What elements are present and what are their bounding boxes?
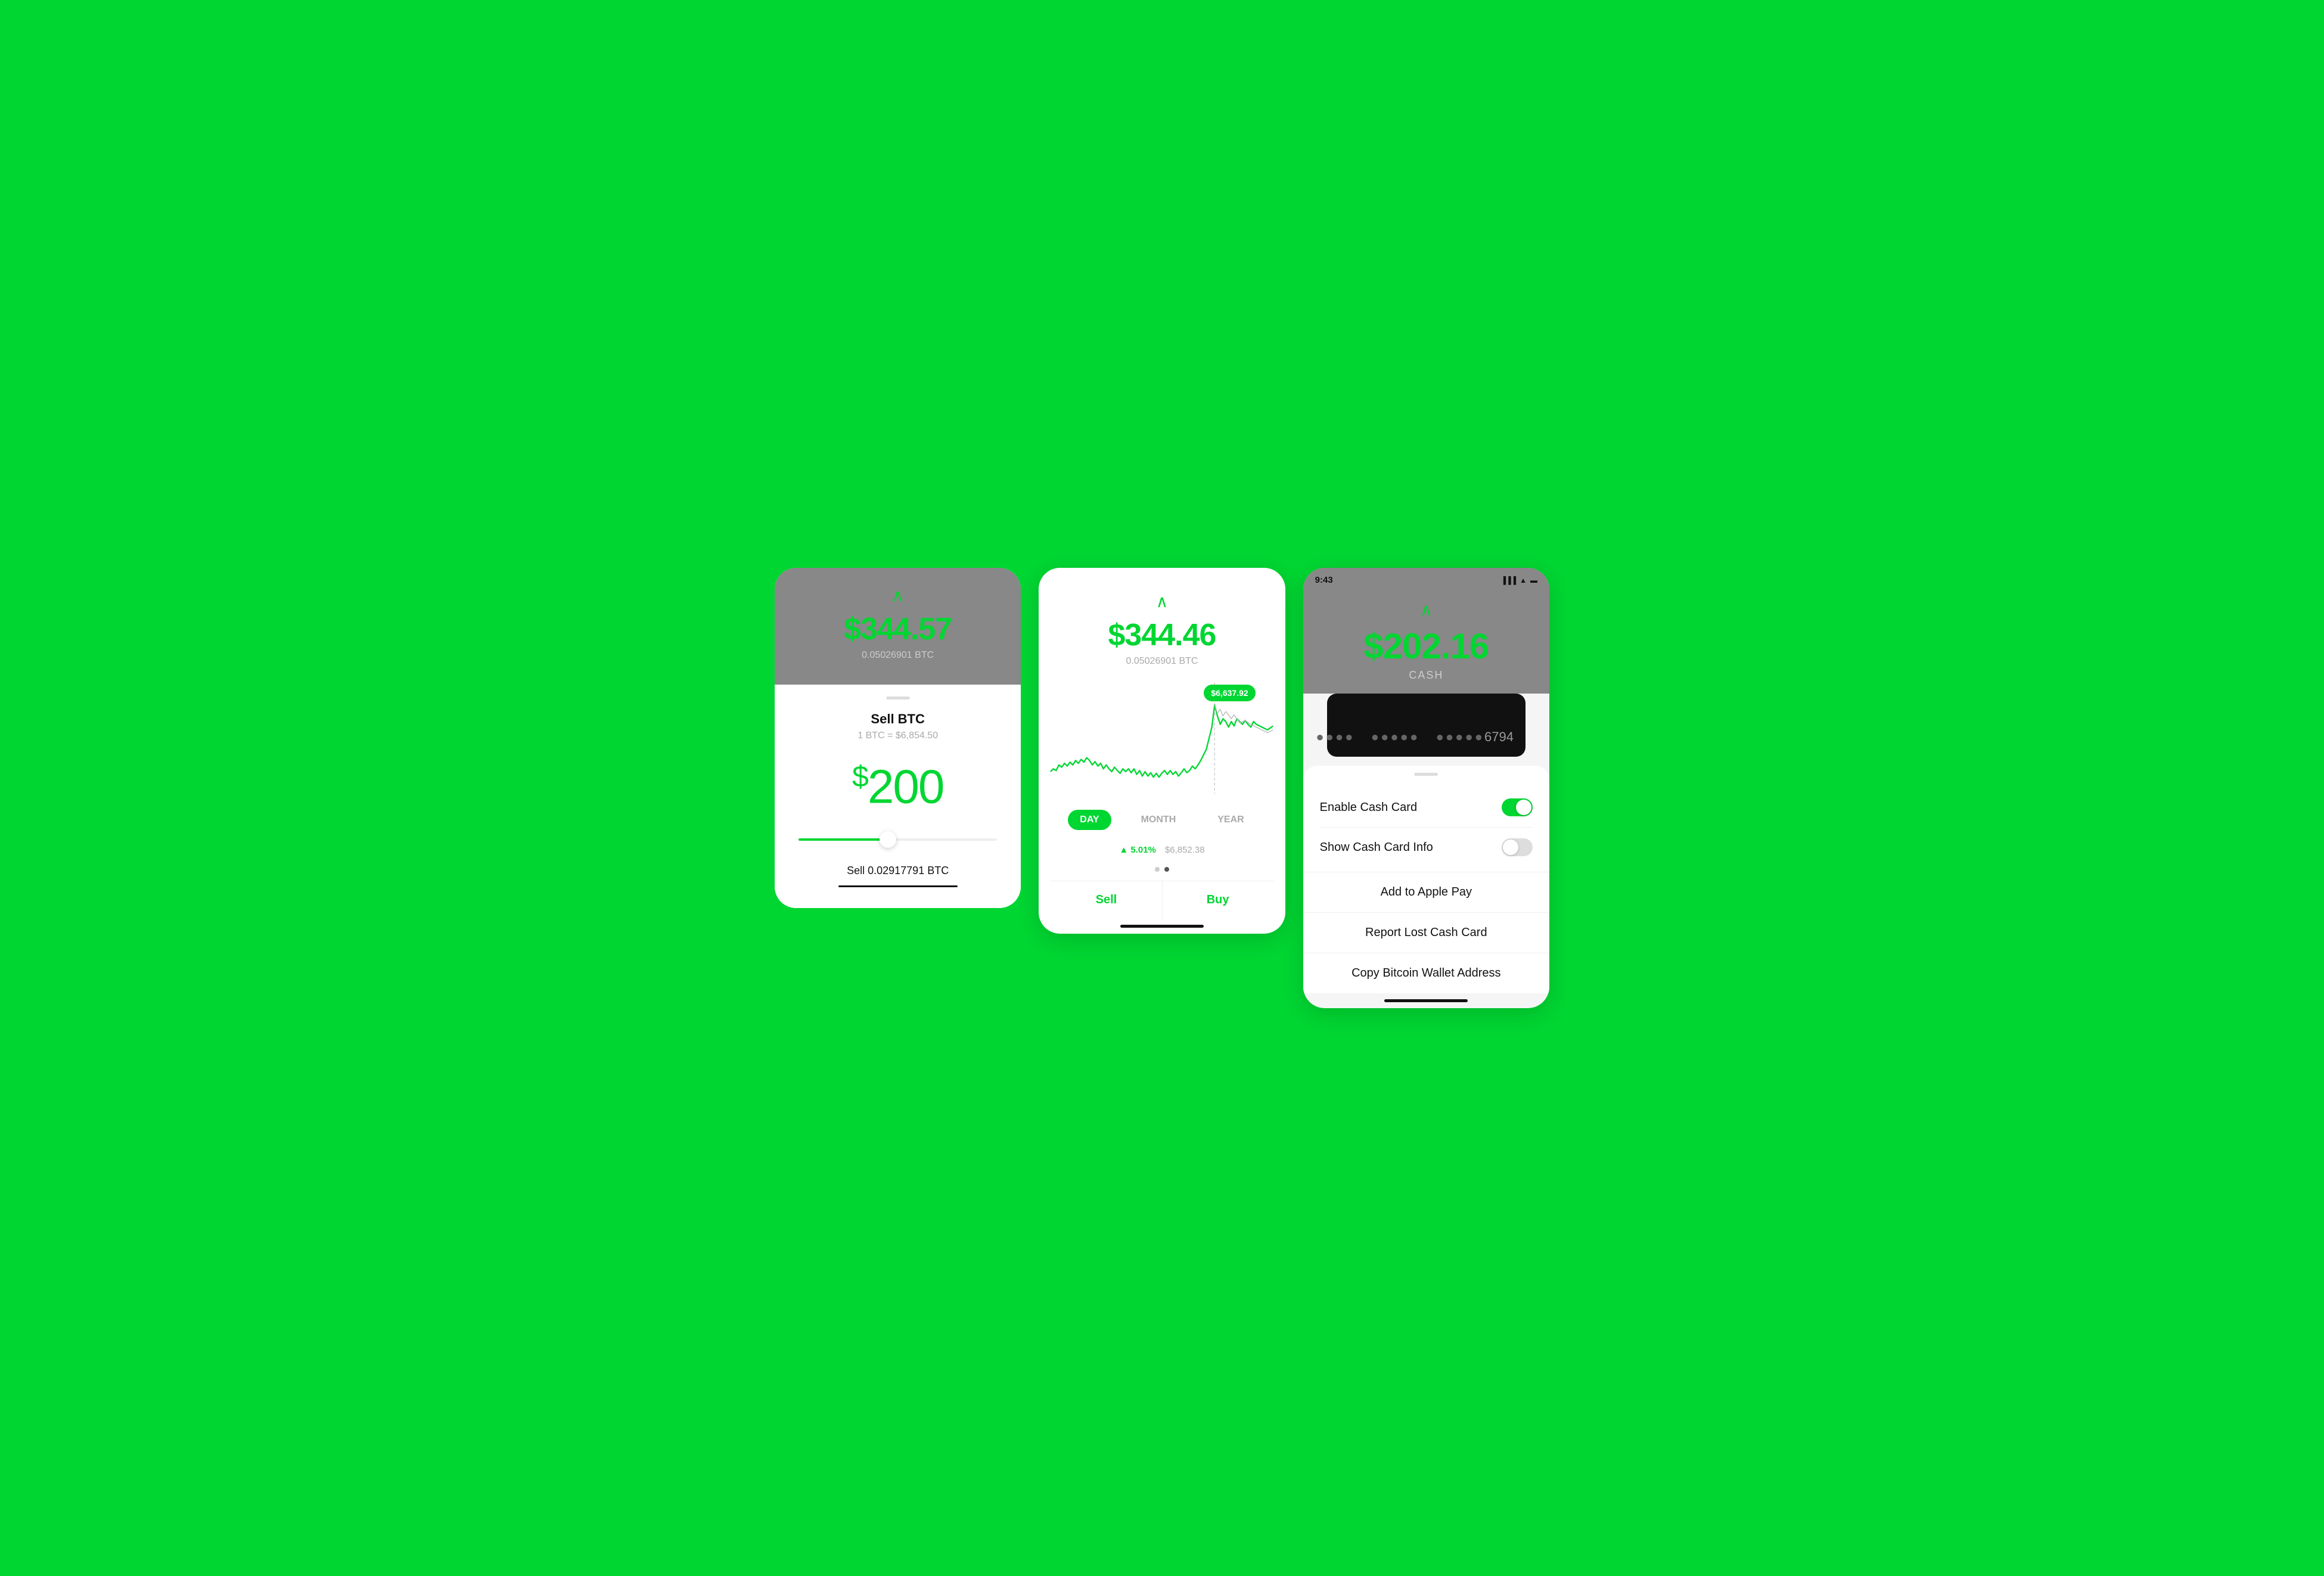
battery-icon: ▬ <box>1530 576 1537 585</box>
toggle-knob-on <box>1516 800 1531 815</box>
tab-month[interactable]: MONTH <box>1129 810 1188 830</box>
dot-1 <box>1155 867 1160 872</box>
enable-cash-card-label: Enable Cash Card <box>1320 801 1417 815</box>
screen2-top: ∧ $344.46 0.05026901 BTC <box>1039 568 1285 679</box>
dot-2 <box>1164 867 1169 872</box>
show-cash-card-info-toggle[interactable] <box>1502 838 1533 856</box>
chart-area: $6,637.92 <box>1039 679 1285 801</box>
price-tooltip: $6,637.92 <box>1204 685 1255 701</box>
signal-icon: ▐▐▐ <box>1501 576 1517 585</box>
tab-day[interactable]: DAY <box>1068 810 1111 830</box>
home-indicator-3 <box>1384 999 1468 1002</box>
time-tabs: DAY MONTH YEAR <box>1039 801 1285 839</box>
screen2-chevron-up-icon[interactable]: ∧ <box>1156 592 1169 611</box>
screen3-top: ∧ $202.16 CASH <box>1303 588 1549 694</box>
screen3-chevron-up-icon[interactable]: ∧ <box>1420 600 1433 620</box>
enable-cash-card-row: Enable Cash Card <box>1303 788 1549 827</box>
chart-price-value: $6,852.38 <box>1165 845 1205 855</box>
status-bar: 9:43 ▐▐▐ ▲ ▬ <box>1303 568 1549 588</box>
card-last4: 6794 <box>1484 729 1514 745</box>
screen2-btc-amount: 0.05026901 BTC <box>1126 656 1198 667</box>
screen1-btc-value: $344.57 <box>844 611 952 647</box>
sell-button[interactable]: Sell <box>1051 881 1162 919</box>
add-to-apple-pay-button[interactable]: Add to Apple Pay <box>1303 872 1549 912</box>
toggle-knob-off <box>1503 840 1518 855</box>
screen2-btc-value: $344.46 <box>1108 617 1216 653</box>
sell-slider-container <box>793 838 1003 841</box>
report-lost-cash-card-button[interactable]: Report Lost Cash Card <box>1303 913 1549 953</box>
home-indicator-2 <box>1120 925 1204 928</box>
btc-chart-screen: ∧ $344.46 0.05026901 BTC $6,637.92 DAY M… <box>1039 568 1285 934</box>
dollar-sign: $ <box>852 760 868 793</box>
sheet-handle-3[interactable] <box>1414 773 1438 776</box>
sell-confirm-label[interactable]: Sell 0.02917791 BTC <box>793 865 1003 877</box>
chart-pct-change: ▲ 5.01% <box>1119 845 1156 855</box>
wifi-icon: ▲ <box>1520 576 1527 585</box>
show-cash-card-info-label: Show Cash Card Info <box>1320 841 1433 854</box>
cash-card-screen: 9:43 ▐▐▐ ▲ ▬ ∧ $202.16 CASH ●●●● ●●●●● ●… <box>1303 568 1549 1008</box>
sell-amount-value: 200 <box>868 760 943 813</box>
screen1-top: ∧ $344.57 0.05026901 BTC <box>775 568 1021 685</box>
sell-sheet: Sell BTC 1 BTC = $6,854.50 $200 Sell 0.0… <box>775 685 1021 908</box>
chart-stats: ▲ 5.01% $6,852.38 <box>1039 839 1285 864</box>
status-time: 9:43 <box>1315 575 1333 585</box>
show-cash-card-info-row: Show Cash Card Info <box>1303 828 1549 867</box>
sell-dollar-amount: $200 <box>793 759 1003 815</box>
buy-button[interactable]: Buy <box>1163 881 1273 919</box>
screen1-btc-amount: 0.05026901 BTC <box>862 650 934 661</box>
sell-confirm-underline <box>838 885 958 887</box>
chevron-up-icon[interactable]: ∧ <box>891 586 904 605</box>
sell-btc-screen: ∧ $344.57 0.05026901 BTC Sell BTC 1 BTC … <box>775 568 1021 908</box>
slider-track <box>799 838 997 841</box>
sell-title: Sell BTC <box>793 711 1003 727</box>
sheet-handle[interactable] <box>886 697 910 700</box>
tab-year[interactable]: YEAR <box>1206 810 1256 830</box>
enable-cash-card-toggle[interactable] <box>1502 798 1533 816</box>
cash-amount: $202.16 <box>1363 626 1489 667</box>
sell-rate: 1 BTC = $6,854.50 <box>793 731 1003 741</box>
pagination-dots <box>1039 864 1285 881</box>
bottom-actions: Sell Buy <box>1051 881 1273 919</box>
status-icons: ▐▐▐ ▲ ▬ <box>1501 576 1537 585</box>
copy-bitcoin-wallet-button[interactable]: Copy Bitcoin Wallet Address <box>1303 953 1549 993</box>
cash-card-settings-sheet: Enable Cash Card Show Cash Card Info Add… <box>1303 766 1549 993</box>
card-dots: ●●●● ●●●●● ●●●●● <box>1316 729 1484 745</box>
screens-container: ∧ $344.57 0.05026901 BTC Sell BTC 1 BTC … <box>775 568 1549 1008</box>
slider-fill <box>799 838 888 841</box>
sell-confirm-row: Sell 0.02917791 BTC <box>793 865 1003 890</box>
cash-label: CASH <box>1409 669 1443 682</box>
cash-card-visual: ●●●● ●●●●● ●●●●● 6794 <box>1327 694 1525 757</box>
slider-thumb[interactable] <box>880 831 896 848</box>
